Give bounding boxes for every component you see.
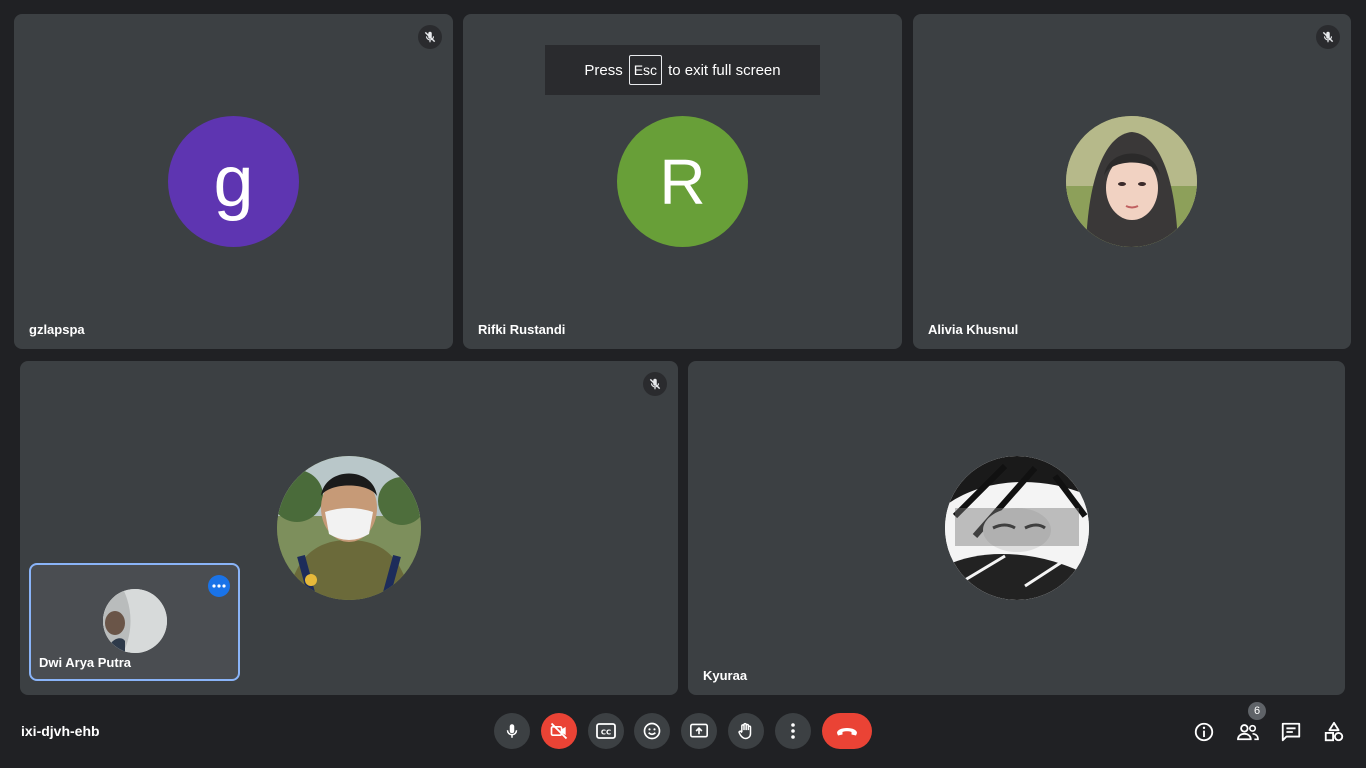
more-options-button[interactable] — [775, 713, 811, 749]
activities-button[interactable] — [1321, 719, 1347, 745]
end-call-button[interactable] — [822, 713, 872, 749]
toast-suffix: to exit full screen — [668, 61, 781, 79]
participant-tile-kyuraa[interactable]: Kyuraa — [688, 361, 1345, 695]
avatar-photo — [1066, 116, 1197, 247]
esc-key-label: Esc — [628, 55, 663, 85]
chat-icon — [1281, 722, 1301, 742]
present-screen-button[interactable] — [681, 713, 717, 749]
participant-tile-alivia[interactable]: Alivia Khusnul — [913, 14, 1351, 349]
self-avatar-photo — [103, 589, 167, 653]
toast-prefix: Press — [584, 61, 623, 79]
participant-tile-gzlapspa[interactable]: g gzlapspa — [14, 14, 453, 349]
mic-icon — [506, 724, 518, 738]
meeting-info-button[interactable] — [1191, 719, 1217, 745]
meeting-code[interactable]: ixi-djvh-ehb — [21, 723, 100, 739]
camera-toggle-button[interactable] — [541, 713, 577, 749]
avatar-photo — [945, 456, 1089, 600]
people-button[interactable] — [1235, 719, 1261, 745]
camera-off-icon — [550, 722, 568, 740]
present-icon — [690, 723, 708, 738]
info-icon — [1194, 722, 1214, 742]
people-icon — [1237, 724, 1259, 741]
mic-off-icon — [418, 25, 442, 49]
captions-icon: CC — [596, 723, 616, 739]
mic-button[interactable] — [494, 713, 530, 749]
people-count-badge: 6 — [1248, 702, 1266, 720]
self-view-tile[interactable]: Dwi Arya Putra — [29, 563, 240, 681]
mic-off-icon — [643, 372, 667, 396]
svg-text:CC: CC — [601, 729, 611, 737]
self-name: Dwi Arya Putra — [39, 655, 131, 670]
emoji-reactions-button[interactable] — [634, 713, 670, 749]
participant-name: Alivia Khusnul — [928, 322, 1019, 337]
avatar-photo — [277, 456, 421, 600]
avatar-initial: g — [168, 116, 299, 247]
participant-name: gzlapspa — [29, 322, 85, 337]
mic-off-icon — [1316, 25, 1340, 49]
emoji-icon — [643, 722, 661, 740]
activities-icon — [1324, 721, 1344, 742]
more-options-icon — [791, 723, 795, 739]
raise-hand-icon — [738, 722, 752, 740]
more-options-icon[interactable] — [208, 575, 230, 597]
chat-button[interactable] — [1278, 719, 1304, 745]
fullscreen-toast: Press Esc to exit full screen — [545, 45, 820, 95]
participant-name: Rifki Rustandi — [478, 322, 566, 337]
participant-name: Kyuraa — [703, 668, 748, 683]
end-call-icon — [837, 728, 857, 736]
captions-button[interactable]: CC — [588, 713, 624, 749]
avatar-initial: R — [617, 116, 748, 247]
raise-hand-button[interactable] — [728, 713, 764, 749]
